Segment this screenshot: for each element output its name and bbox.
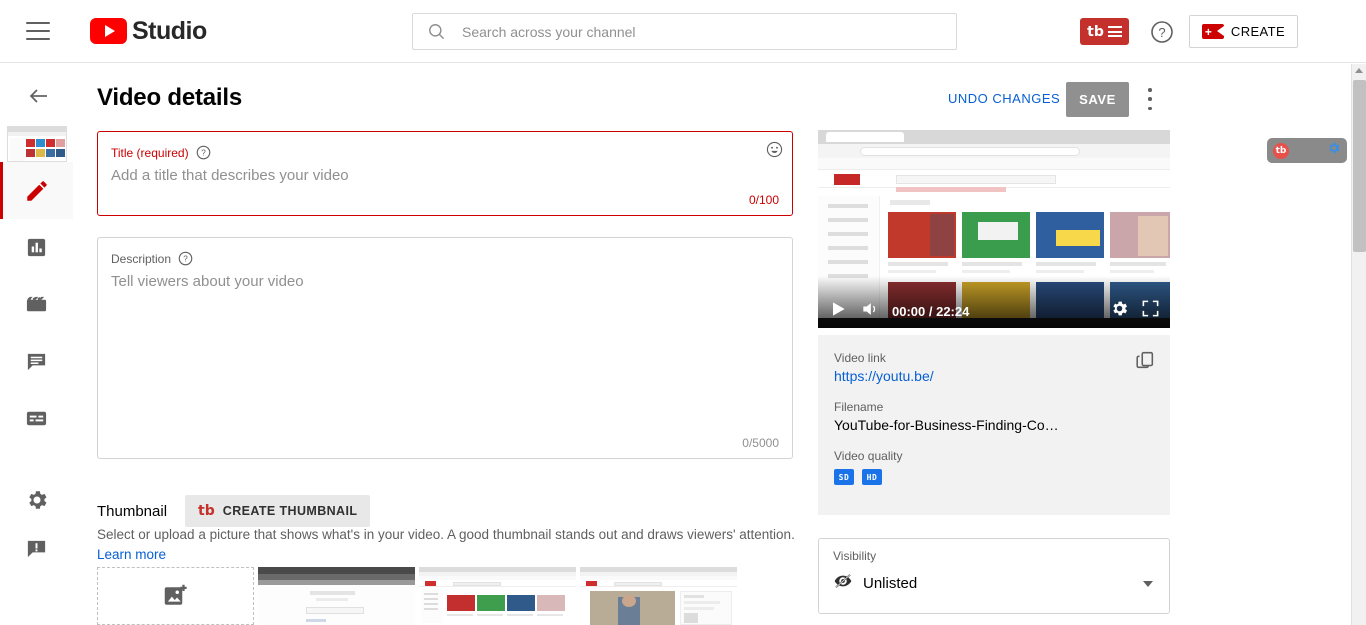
tubebuddy-floating-widget[interactable]: tb: [1267, 138, 1347, 163]
scrollbar-thumb[interactable]: [1353, 80, 1366, 252]
youtube-play-icon: [90, 18, 127, 44]
description-input-placeholder[interactable]: Tell viewers about your video: [111, 273, 304, 290]
upload-image-icon: [164, 584, 187, 605]
more-options-button[interactable]: [1142, 88, 1158, 110]
hamburger-menu-icon[interactable]: [26, 22, 50, 40]
volume-icon[interactable]: [860, 299, 880, 324]
tubebuddy-mark-icon: tb: [198, 503, 215, 519]
create-thumbnail-label: CREATE THUMBNAIL: [222, 504, 358, 518]
auto-thumbnail-option-2[interactable]: [419, 567, 576, 625]
chevron-down-icon[interactable]: [1143, 581, 1153, 587]
filename-value: YouTube-for-Business-Finding-Co…: [834, 417, 1059, 433]
emoji-picker-icon[interactable]: [766, 141, 783, 163]
video-quality-badges: SD HD: [834, 469, 1154, 485]
quality-badge-hd: HD: [862, 469, 882, 485]
pencil-icon: [26, 180, 47, 201]
save-button-label: SAVE: [1079, 92, 1116, 107]
video-link-label: Video link: [834, 351, 886, 365]
learn-more-link[interactable]: Learn more: [97, 547, 166, 562]
tubebuddy-extension-button[interactable]: tb: [1080, 18, 1129, 45]
sidebar-item-subtitles[interactable]: [0, 390, 73, 447]
fullscreen-icon[interactable]: [1141, 299, 1160, 323]
page-scrollbar[interactable]: [1351, 64, 1366, 625]
video-link-value[interactable]: https://youtu.be/: [834, 368, 1154, 384]
sidebar-item-video-thumbnail[interactable]: [6, 126, 67, 162]
title-input-placeholder[interactable]: Add a title that describes your video: [111, 167, 349, 184]
title-field-label: Title (required): [111, 145, 189, 160]
thumbnail-options-row: [97, 567, 737, 625]
search-bar[interactable]: [412, 13, 957, 50]
copy-link-icon[interactable]: [1134, 349, 1156, 376]
undo-changes-button[interactable]: UNDO CHANGES: [948, 91, 1060, 106]
gear-icon: [28, 490, 46, 509]
subtitles-icon: [26, 411, 47, 426]
play-button[interactable]: [828, 299, 848, 324]
upload-thumbnail-option[interactable]: [97, 567, 254, 625]
search-input[interactable]: [460, 22, 956, 41]
brand-label: Studio: [132, 16, 207, 45]
auto-thumbnail-option-3[interactable]: [580, 567, 737, 625]
eye-off-icon: [833, 571, 853, 596]
visibility-value-row: Unlisted: [833, 571, 1155, 596]
filename-label: Filename: [834, 400, 884, 414]
tubebuddy-mark: tb: [1087, 23, 1104, 40]
quality-badge-sd: SD: [834, 469, 854, 485]
visibility-card[interactable]: Visibility Unlisted: [818, 538, 1170, 614]
title-character-counter: 0/100: [748, 193, 779, 207]
feedback-icon: [27, 540, 46, 558]
description-field[interactable]: Description ? Tell viewers about your vi…: [97, 237, 793, 459]
visibility-value: Unlisted: [863, 575, 918, 592]
video-quality-label: Video quality: [834, 449, 903, 463]
create-button[interactable]: + CREATE: [1189, 15, 1298, 48]
scroll-up-arrow-icon[interactable]: [1355, 68, 1363, 73]
description-field-label-row: Description ?: [111, 251, 193, 266]
video-camera-icon: +: [1201, 24, 1224, 39]
title-field[interactable]: Title (required) ? Add a title that desc…: [97, 131, 793, 216]
youtube-studio-logo[interactable]: Studio: [90, 17, 207, 46]
sidebar-item-send-feedback[interactable]: [0, 520, 73, 577]
back-arrow-icon[interactable]: [27, 84, 51, 113]
sidebar-item-details[interactable]: [0, 162, 73, 219]
player-time-display: 00:00 / 22:24: [892, 303, 970, 319]
player-controls: 00:00 / 22:24: [818, 294, 1170, 328]
thumbnail-section-header: Thumbnail tb CREATE THUMBNAIL: [97, 495, 371, 527]
tubebuddy-settings-gear-icon[interactable]: [1327, 141, 1341, 160]
svg-text:?: ?: [183, 255, 188, 264]
help-icon[interactable]: ?: [1150, 20, 1174, 44]
video-info-card: Video link https://youtu.be/ Filename Yo…: [818, 335, 1170, 515]
tubebuddy-menu-icon: [1107, 26, 1122, 37]
sidebar-item-comments[interactable]: [0, 333, 73, 390]
help-circle-icon: ?: [196, 145, 210, 160]
description-character-counter: 0/5000: [742, 436, 779, 450]
sidebar-item-editor[interactable]: [0, 276, 73, 333]
analytics-icon: [27, 238, 46, 257]
page-title: Video details: [97, 84, 243, 111]
player-settings-gear-icon[interactable]: [1110, 299, 1129, 323]
visibility-label: Visibility: [833, 549, 877, 563]
help-circle-icon: ?: [178, 251, 193, 266]
search-icon: [427, 22, 446, 41]
thumbnail-description: Select or upload a picture that shows wh…: [97, 527, 795, 542]
save-button[interactable]: SAVE: [1066, 82, 1129, 117]
create-thumbnail-button[interactable]: tb CREATE THUMBNAIL: [185, 495, 371, 527]
sidebar-item-analytics[interactable]: [0, 219, 73, 276]
description-field-label: Description: [111, 251, 172, 266]
clapperboard-icon: [26, 296, 47, 312]
rail-divider: [73, 64, 74, 625]
comment-icon: [27, 353, 46, 371]
svg-text:?: ?: [1158, 25, 1165, 40]
create-button-label: CREATE: [1230, 24, 1286, 39]
title-field-label-row: Title (required) ?: [111, 145, 211, 160]
svg-text:?: ?: [201, 149, 206, 158]
auto-thumbnail-option-1[interactable]: [258, 567, 415, 625]
tubebuddy-logo-icon: tb: [1273, 142, 1289, 159]
thumbnail-section-label: Thumbnail: [97, 502, 168, 520]
video-preview-player[interactable]: 00:00 / 22:24: [818, 130, 1170, 328]
left-sidebar: [0, 64, 73, 625]
